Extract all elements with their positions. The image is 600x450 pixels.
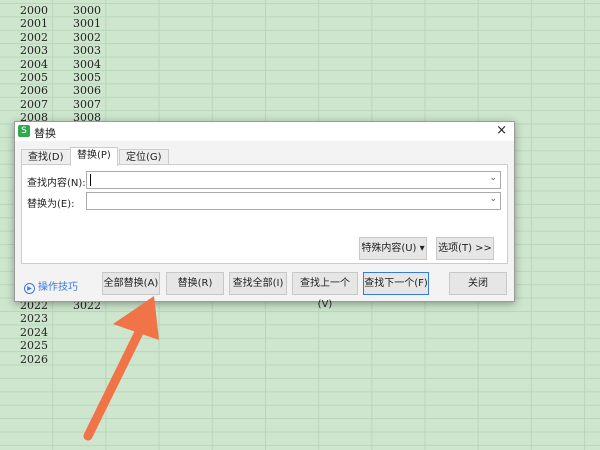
tab-replace[interactable]: 替换(P) <box>70 147 118 166</box>
annotation-arrow-icon <box>83 296 159 441</box>
